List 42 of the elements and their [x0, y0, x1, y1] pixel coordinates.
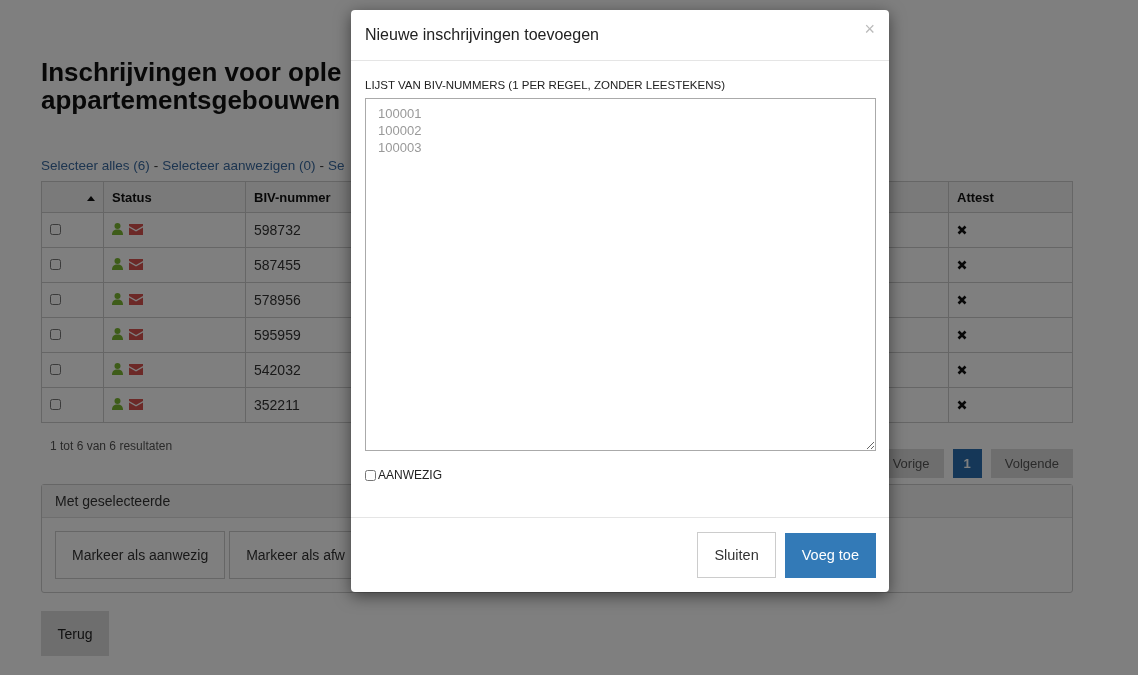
column-header[interactable]: Attest	[948, 181, 1073, 213]
row-checkbox[interactable]	[50, 259, 61, 270]
envelope-icon	[129, 258, 143, 270]
separator: -	[319, 157, 324, 175]
results-count: 1 tot 6 van 6 resultaten	[50, 439, 173, 453]
select-link[interactable]: Selecteer alles (6)	[41, 157, 150, 175]
user-icon	[112, 258, 123, 270]
add-button[interactable]: Voeg toe	[784, 532, 876, 578]
page-button[interactable]: 1	[952, 449, 982, 478]
user-icon	[112, 363, 123, 375]
envelope-icon	[129, 328, 143, 340]
panel-title: Met geselecteerde	[55, 493, 171, 509]
user-icon	[112, 223, 123, 235]
close-button[interactable]: ×	[864, 19, 875, 39]
page-title: appartementsgebouwen	[41, 86, 341, 114]
envelope-icon	[129, 398, 143, 410]
page-title: Inschrijvingen voor ople	[41, 58, 342, 86]
user-icon	[112, 328, 123, 340]
close-dialog-button[interactable]: Sluiten	[697, 532, 776, 578]
envelope-icon	[129, 293, 143, 305]
row-checkbox[interactable]	[50, 364, 61, 375]
checkbox-label: AANWEZIG	[378, 468, 442, 482]
row-checkbox[interactable]	[50, 224, 61, 235]
column-header[interactable]: Status	[103, 181, 246, 213]
user-icon	[112, 293, 123, 305]
row-checkbox[interactable]	[50, 399, 61, 410]
back-button[interactable]: Terug	[41, 611, 109, 656]
next-button[interactable]: Volgende	[990, 449, 1073, 478]
sort-icon[interactable]	[87, 195, 95, 201]
present-checkbox[interactable]	[365, 469, 376, 481]
user-icon	[112, 398, 123, 410]
envelope-icon	[129, 223, 143, 235]
select-link[interactable]: Selecteer aanwezigen (0)	[162, 157, 316, 175]
mark-button[interactable]: Markeer als aanwezig	[55, 531, 226, 579]
biv-numbers-field[interactable]: 100001 100002 100003	[365, 98, 876, 451]
modal-title: Nieuwe inschrijvingen toevoegen	[365, 26, 599, 44]
select-link[interactable]: Se	[327, 157, 345, 175]
field-label: LIJST VAN BIV-NUMMERS (1 PER REGEL, ZONDER LEESTEKENS)	[365, 79, 726, 91]
row-checkbox[interactable]	[50, 329, 61, 340]
row-checkbox[interactable]	[50, 294, 61, 305]
envelope-icon	[129, 363, 143, 375]
separator: -	[153, 157, 159, 175]
